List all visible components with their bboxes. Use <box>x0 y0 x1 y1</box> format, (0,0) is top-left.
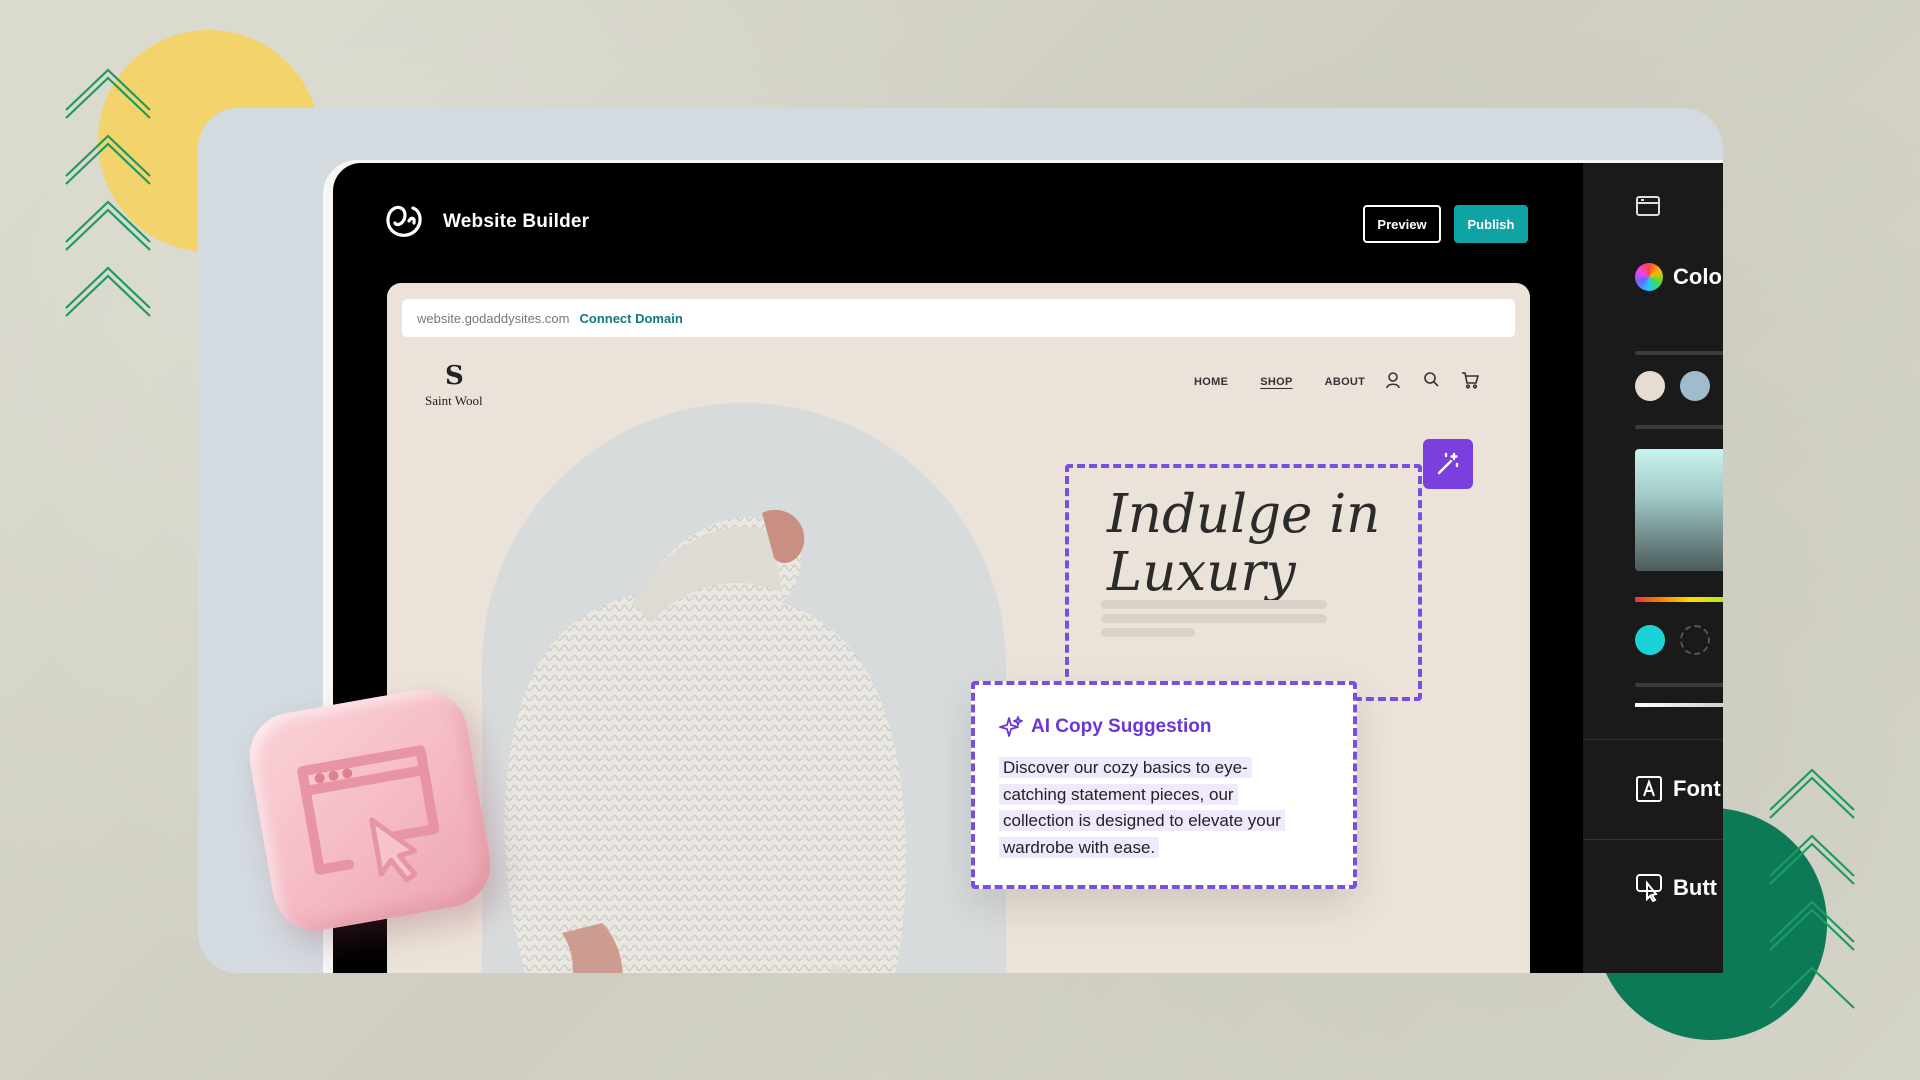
browser-cursor-icon <box>297 745 440 883</box>
search-icon[interactable] <box>1423 371 1439 389</box>
site-preview: website.godaddysites.com Connect Domain … <box>387 283 1530 973</box>
color-swatch-cyan[interactable] <box>1635 625 1665 655</box>
divider <box>1635 351 1723 355</box>
user-icon[interactable] <box>1385 371 1401 389</box>
website-builder-app: Website Builder Preview Publish Colo Fon… <box>333 163 1723 973</box>
button-icon <box>1636 874 1662 903</box>
brand-logo-mark: S <box>445 361 464 391</box>
settings-panel: Colo Font Butt <box>1583 163 1723 973</box>
ai-title-row: AI Copy Suggestion <box>999 715 1212 739</box>
ai-magic-button[interactable] <box>1423 439 1473 489</box>
colors-label: Colo <box>1673 264 1722 289</box>
color-swatch-blue[interactable] <box>1680 371 1710 401</box>
decor-pink-browser-icon <box>242 682 498 938</box>
font-icon <box>1636 776 1662 802</box>
placeholder-line <box>1101 628 1195 637</box>
colors-section[interactable]: Colo <box>1635 263 1722 291</box>
decor-chevrons-right <box>1766 756 1862 1016</box>
section-separator <box>1583 739 1723 740</box>
connect-domain-link[interactable]: Connect Domain <box>579 311 682 326</box>
section-separator <box>1583 839 1723 840</box>
cart-icon[interactable] <box>1461 371 1479 389</box>
ai-suggestion-card: AI Copy Suggestion Discover our cozy bas… <box>971 681 1357 889</box>
color-swatch-empty[interactable] <box>1680 625 1710 655</box>
preview-button[interactable]: Preview <box>1363 205 1441 243</box>
decor-chevrons-left <box>62 64 158 324</box>
ai-title: AI Copy Suggestion <box>1031 716 1212 737</box>
ai-text-line: collection is designed to elevate your <box>999 810 1285 831</box>
divider <box>1635 425 1723 429</box>
fonts-label: Font <box>1673 776 1721 801</box>
ai-text-line: Discover our cozy basics to eye- <box>999 757 1252 778</box>
nav-home[interactable]: HOME <box>1194 376 1228 388</box>
app-title: Website Builder <box>443 211 590 232</box>
hue-slider[interactable] <box>1635 597 1723 602</box>
nav-about[interactable]: ABOUT <box>1325 376 1366 388</box>
hero-image <box>504 509 906 973</box>
hero-image-arch <box>482 403 1006 973</box>
heading-edit-box[interactable]: Indulge in Luxury <box>1065 464 1422 701</box>
placeholder-line <box>1101 614 1327 623</box>
opacity-slider[interactable] <box>1635 703 1723 707</box>
godaddy-logo-icon <box>385 203 425 244</box>
site-nav: HOME SHOP ABOUT <box>1194 376 1365 388</box>
buttons-label: Butt <box>1673 875 1717 900</box>
color-wheel-icon <box>1635 263 1663 291</box>
publish-button[interactable]: Publish <box>1454 205 1528 243</box>
layout-icon[interactable] <box>1635 195 1661 222</box>
divider <box>1635 683 1723 687</box>
magic-wand-icon <box>1437 452 1459 475</box>
ai-suggestion-text[interactable]: Discover our cozy basics to eye- catchin… <box>999 755 1329 861</box>
sparkle-icon <box>999 716 1023 737</box>
brand-name: Saint Wool <box>425 393 483 408</box>
color-picker-area[interactable] <box>1635 449 1723 571</box>
nav-shop[interactable]: SHOP <box>1260 376 1292 388</box>
site-nav-icons <box>1385 371 1479 389</box>
url-bar: website.godaddysites.com Connect Domain <box>402 299 1515 337</box>
color-swatch-beige[interactable] <box>1635 371 1665 401</box>
ai-text-line: catching statement pieces, our <box>999 783 1238 805</box>
ai-text-line: wardrobe with ease. <box>999 836 1160 858</box>
hero-heading[interactable]: Indulge in Luxury <box>1107 486 1407 602</box>
buttons-section[interactable]: Butt <box>1635 873 1717 903</box>
placeholder-line <box>1101 600 1327 609</box>
site-url: website.godaddysites.com <box>417 310 570 326</box>
fonts-section[interactable]: Font <box>1635 775 1721 803</box>
